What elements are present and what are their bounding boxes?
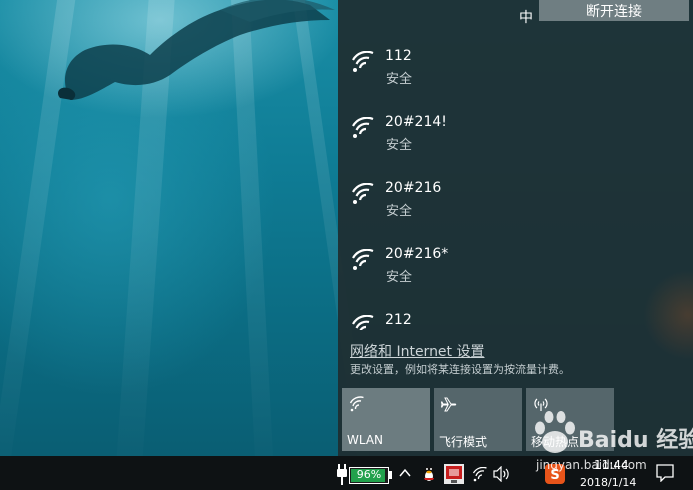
power-plug-icon[interactable] bbox=[334, 464, 350, 486]
network-ssid: 112 bbox=[385, 48, 412, 64]
tile-label: 移动热点 bbox=[531, 435, 580, 449]
network-ssid: 20#216* bbox=[385, 246, 449, 262]
battery-indicator[interactable]: 96% bbox=[349, 467, 389, 484]
notification-icon[interactable] bbox=[656, 464, 674, 482]
svg-text:S: S bbox=[550, 468, 559, 483]
network-security: 安全 bbox=[386, 138, 413, 153]
red-app-icon[interactable] bbox=[444, 464, 464, 484]
battery-percent: 96% bbox=[356, 468, 382, 481]
battery-terminal bbox=[389, 471, 392, 479]
network-security: 安全 bbox=[386, 270, 413, 285]
mobile-hotspot-tile[interactable]: 移动热点 bbox=[526, 388, 614, 451]
network-ssid: 20#216 bbox=[385, 180, 442, 196]
network-ssid: 20#214! bbox=[385, 114, 447, 130]
network-item-112[interactable]: 112 安全 bbox=[338, 38, 693, 98]
network-list: 112 安全 20#214! 安全 20#216 安全 20#216* 安全 2… bbox=[338, 38, 693, 330]
network-item-20-216-star[interactable]: 20#216* 安全 bbox=[338, 236, 693, 296]
network-security: 安全 bbox=[386, 204, 413, 219]
wifi-signal-icon bbox=[352, 249, 374, 270]
wifi-signal-icon bbox=[352, 183, 374, 204]
network-item-20-214[interactable]: 20#214! 安全 bbox=[338, 104, 693, 164]
disconnect-button[interactable]: 断开连接 bbox=[539, 0, 689, 21]
clock-date[interactable]: 2018/1/14 bbox=[580, 476, 636, 489]
network-ssid: 212 bbox=[385, 312, 412, 328]
network-settings-link[interactable]: 网络和 Internet 设置 bbox=[350, 341, 485, 361]
chevron-up-icon[interactable] bbox=[398, 467, 412, 479]
network-security: 安全 bbox=[386, 72, 413, 87]
network-settings-description: 更改设置，例如将某连接设置为按流量计费。 bbox=[350, 363, 570, 376]
wifi-signal-icon bbox=[352, 51, 374, 72]
clock-time[interactable]: 11:44 bbox=[594, 458, 629, 472]
ime-label: 中 bbox=[519, 10, 533, 26]
network-item-212[interactable]: 212 bbox=[338, 302, 693, 330]
airplane-icon bbox=[441, 397, 457, 412]
sogou-icon[interactable]: S bbox=[545, 464, 565, 484]
ime-indicator[interactable]: 中 bbox=[517, 0, 535, 34]
network-flyout: 断开连接 112 安全 20#214! 安全 20#216 安全 20#216*… bbox=[338, 0, 693, 456]
wifi-signal-icon bbox=[352, 315, 374, 330]
swimmer-image bbox=[57, 0, 335, 100]
wifi-signal-icon bbox=[352, 117, 374, 138]
hotspot-icon bbox=[534, 398, 548, 411]
speaker-icon[interactable] bbox=[493, 466, 511, 482]
tile-label: WLAN bbox=[347, 433, 384, 447]
airplane-mode-tile[interactable]: 飞行模式 bbox=[434, 388, 522, 451]
wifi-icon[interactable] bbox=[472, 467, 488, 482]
network-item-20-216[interactable]: 20#216 安全 bbox=[338, 170, 693, 230]
wlan-toggle-tile[interactable]: WLAN bbox=[342, 388, 430, 451]
quick-action-tiles: WLAN 飞行模式 移动热点 bbox=[342, 388, 690, 452]
tile-label: 飞行模式 bbox=[439, 435, 488, 449]
qq-penguin-icon[interactable] bbox=[420, 463, 438, 485]
wifi-icon bbox=[349, 396, 364, 412]
